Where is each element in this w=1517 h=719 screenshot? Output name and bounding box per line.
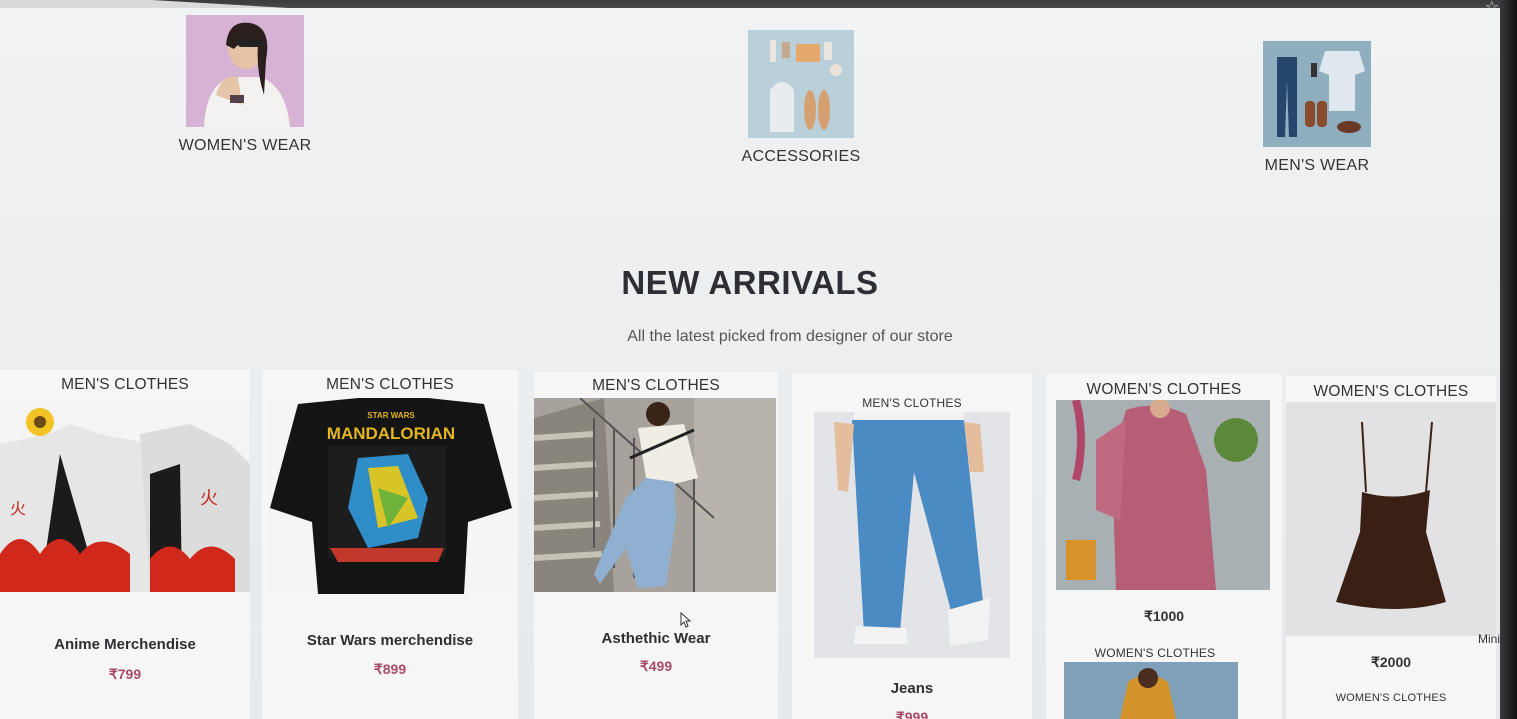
category-label: ACCESSORIES [741, 148, 861, 165]
product-card[interactable]: MEN'S CLOTHES 火 火 Anime Merchendise ₹799 [0, 370, 250, 719]
product-image[interactable] [1286, 402, 1496, 636]
product-card[interactable]: MEN'S CLOTHES STAR WARS MANDALORIAN Star… [262, 370, 518, 719]
product-category: WOMEN'S CLOTHES [1086, 381, 1242, 398]
product-image[interactable] [534, 398, 776, 592]
product-card[interactable]: WOMEN'S CLOTHES ₹2000 WOMEN'S CLOTHES [1286, 376, 1496, 719]
product-image[interactable] [814, 412, 1010, 658]
product-card[interactable]: MEN'S CLOTHES Asthethic Wear ₹499 [534, 372, 778, 719]
screen-bezel [1500, 0, 1517, 719]
product-price: ₹2000 [1370, 654, 1412, 670]
product-name[interactable]: Anime Merchendise [0, 636, 250, 653]
product-name[interactable]: Jeans [792, 680, 1032, 697]
category-womens-wear[interactable]: WOMEN'S WEAR [170, 15, 320, 155]
partial-card-label: Mini [1478, 632, 1501, 646]
product-image[interactable] [1056, 400, 1270, 590]
product-name[interactable]: Asthethic Wear [534, 630, 778, 647]
product-price: ₹499 [639, 658, 673, 674]
product-card[interactable]: MEN'S CLOTHES Jeans ₹999 [792, 374, 1032, 719]
product-card[interactable]: WOMEN'S CLOTHES [1060, 646, 1250, 719]
product-image[interactable] [1064, 662, 1238, 719]
product-price: ₹899 [373, 661, 407, 677]
accessories-flatlay-photo-icon [748, 30, 854, 138]
category-accessories[interactable]: ACCESSORIES [726, 30, 876, 166]
product-image[interactable]: 火 火 [0, 404, 250, 592]
product-name[interactable]: Star Wars merchendise [262, 632, 518, 649]
product-category: MEN'S CLOTHES [862, 396, 962, 410]
category-label: WOMEN'S WEAR [178, 137, 312, 154]
product-category: WOMEN'S CLOTHES [1335, 692, 1447, 704]
shirt-print-logo: MANDALORIAN [326, 424, 456, 443]
product-category: WOMEN'S CLOTHES [1094, 646, 1216, 660]
category-label: MEN'S WEAR [1264, 157, 1370, 174]
product-category: MEN'S CLOTHES [61, 376, 189, 393]
shirt-print-small: STAR WARS [367, 411, 415, 420]
product-category: MEN'S CLOTHES [326, 376, 454, 393]
category-mens-wear[interactable]: MEN'S WEAR [1242, 41, 1392, 175]
svg-text:火: 火 [10, 499, 26, 518]
mouse-cursor-icon [680, 612, 692, 628]
product-category: MEN'S CLOTHES [592, 377, 720, 394]
svg-text:火: 火 [200, 488, 218, 509]
product-price: ₹999 [895, 709, 929, 719]
new-arrivals-title: NEW ARRIVALS [621, 264, 879, 301]
mens-outfit-flatlay-photo-icon [1263, 41, 1371, 147]
product-price: ₹1000 [1143, 608, 1185, 624]
product-image[interactable]: STAR WARS MANDALORIAN [268, 398, 514, 594]
product-category: WOMEN'S CLOTHES [1313, 383, 1469, 400]
woman-model-photo-icon [186, 15, 304, 127]
new-arrivals-subtitle: All the latest picked from designer of o… [627, 328, 953, 345]
product-price: ₹799 [108, 666, 142, 682]
page: WOMEN'S WEAR ACCESSORIES MEN'S WEAR NEW … [0, 8, 1500, 719]
